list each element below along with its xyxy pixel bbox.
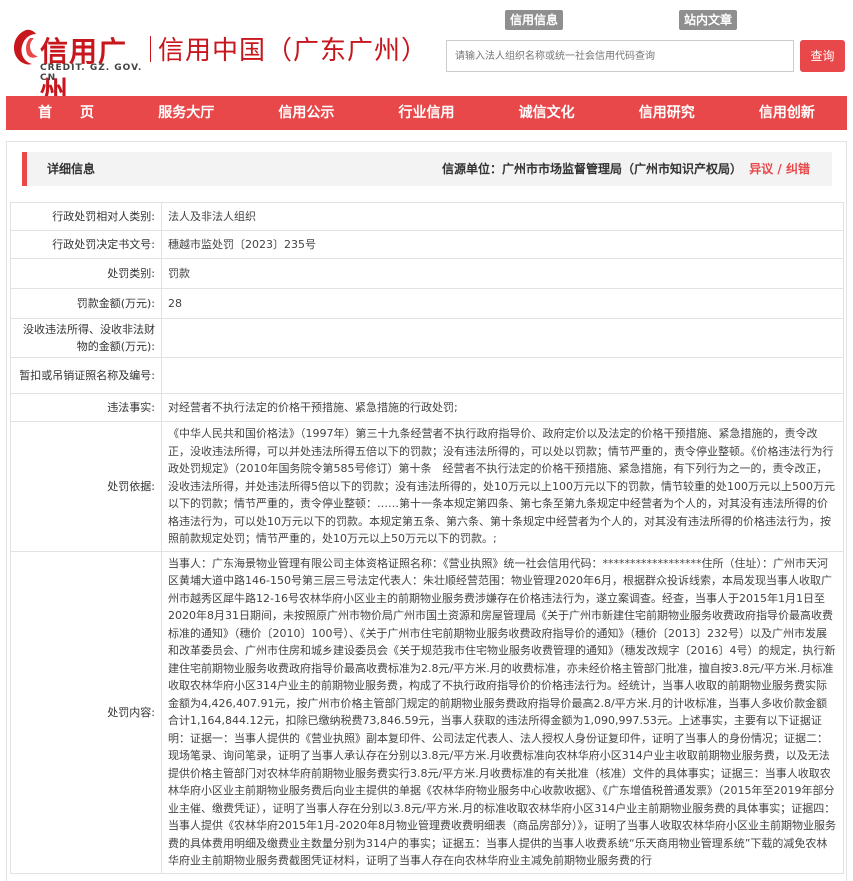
nav-item-service-hall[interactable]: 服务大厅 bbox=[126, 96, 246, 130]
row-value: 对经营者不执行法定的价格干预措施、紧急措施的行政处罚; bbox=[161, 393, 844, 422]
table-row: 违法事实: 对经营者不执行法定的价格干预措施、紧急措施的行政处罚; bbox=[10, 393, 844, 422]
table-row: 没收违法所得、没收非法财物的金额(万元): bbox=[10, 318, 844, 358]
site-name: 信用中国（广东广州） bbox=[158, 36, 429, 66]
site-header: 信用广州 CREDIT. GZ. GOV. CN 信用中国（广东广州） 信用信息… bbox=[0, 0, 853, 108]
nav-item-credit-innovation[interactable]: 信用创新 bbox=[727, 96, 847, 130]
table-row: 罚款金额(万元): 28 bbox=[10, 288, 844, 319]
row-label: 处罚内容: bbox=[10, 550, 162, 874]
nav-item-credit-research[interactable]: 信用研究 bbox=[607, 96, 727, 130]
table-row: 行政处罚相对人类别: 法人及非法人组织 bbox=[10, 202, 844, 231]
detail-header-bar: 详细信息 信源单位：广州市市场监督管理局（广州市知识产权局） 异议 / 纠错 bbox=[22, 152, 832, 186]
tab-site-articles[interactable]: 站内文章 bbox=[679, 10, 737, 30]
row-value: 穗越市监处罚〔2023〕235号 bbox=[161, 230, 844, 259]
row-label: 暂扣或吊销证照名称及编号: bbox=[10, 357, 162, 394]
source-unit: 信源单位：广州市市场监督管理局（广州市知识产权局） bbox=[441, 162, 742, 176]
nav-item-integrity-culture[interactable]: 诚信文化 bbox=[487, 96, 607, 130]
row-label: 罚款金额(万元): bbox=[10, 288, 162, 319]
row-label: 行政处罚相对人类别: bbox=[10, 202, 162, 231]
credit-logo-icon bbox=[14, 29, 38, 65]
table-row: 处罚依据: 《中华人民共和国价格法》（1997年）第三十九条经营者不执行政府指导… bbox=[10, 421, 844, 552]
nav-item-credit-publicity[interactable]: 信用公示 bbox=[246, 96, 366, 130]
row-label: 没收违法所得、没收非法财物的金额(万元): bbox=[10, 318, 162, 358]
row-value: 罚款 bbox=[161, 258, 844, 289]
row-value bbox=[161, 357, 844, 394]
tab-credit-info[interactable]: 信用信息 bbox=[505, 10, 563, 30]
site-logo[interactable]: 信用广州 CREDIT. GZ. GOV. CN bbox=[10, 28, 150, 108]
row-label: 处罚类别: bbox=[10, 258, 162, 289]
row-value bbox=[161, 318, 844, 358]
main-nav: 首 页 服务大厅 信用公示 行业信用 诚信文化 信用研究 信用创新 bbox=[6, 96, 847, 130]
row-label: 行政处罚决定书文号: bbox=[10, 230, 162, 259]
search-button[interactable]: 查询 bbox=[800, 40, 845, 72]
objection-correction-link[interactable]: 异议 / 纠错 bbox=[749, 152, 810, 186]
row-value: 《中华人民共和国价格法》（1997年）第三十九条经营者不执行政府指导价、政府定价… bbox=[161, 421, 844, 552]
row-value: 28 bbox=[161, 288, 844, 319]
row-value: 当事人：广东海景物业管理有限公司主体资格证照名称：《营业执照》统一社会信用代码：… bbox=[161, 550, 844, 874]
table-row: 处罚类别: 罚款 bbox=[10, 258, 844, 289]
row-label: 违法事实: bbox=[10, 393, 162, 422]
logo-domain: CREDIT. GZ. GOV. CN bbox=[40, 63, 143, 83]
table-row: 处罚内容: 当事人：广东海景物业管理有限公司主体资格证照名称：《营业执照》统一社… bbox=[10, 550, 844, 874]
detail-title: 详细信息 bbox=[47, 162, 96, 176]
table-row: 行政处罚决定书文号: 穗越市监处罚〔2023〕235号 bbox=[10, 230, 844, 259]
row-label: 处罚依据: bbox=[10, 421, 162, 552]
logo-divider bbox=[150, 36, 151, 62]
nav-item-industry-credit[interactable]: 行业信用 bbox=[366, 96, 486, 130]
search-input[interactable] bbox=[446, 40, 794, 72]
table-row: 暂扣或吊销证照名称及编号: bbox=[10, 357, 844, 394]
penalty-detail-table: 行政处罚相对人类别: 法人及非法人组织 行政处罚决定书文号: 穗越市监处罚〔20… bbox=[10, 202, 844, 874]
nav-item-home[interactable]: 首 页 bbox=[6, 96, 126, 130]
row-value: 法人及非法人组织 bbox=[161, 202, 844, 231]
